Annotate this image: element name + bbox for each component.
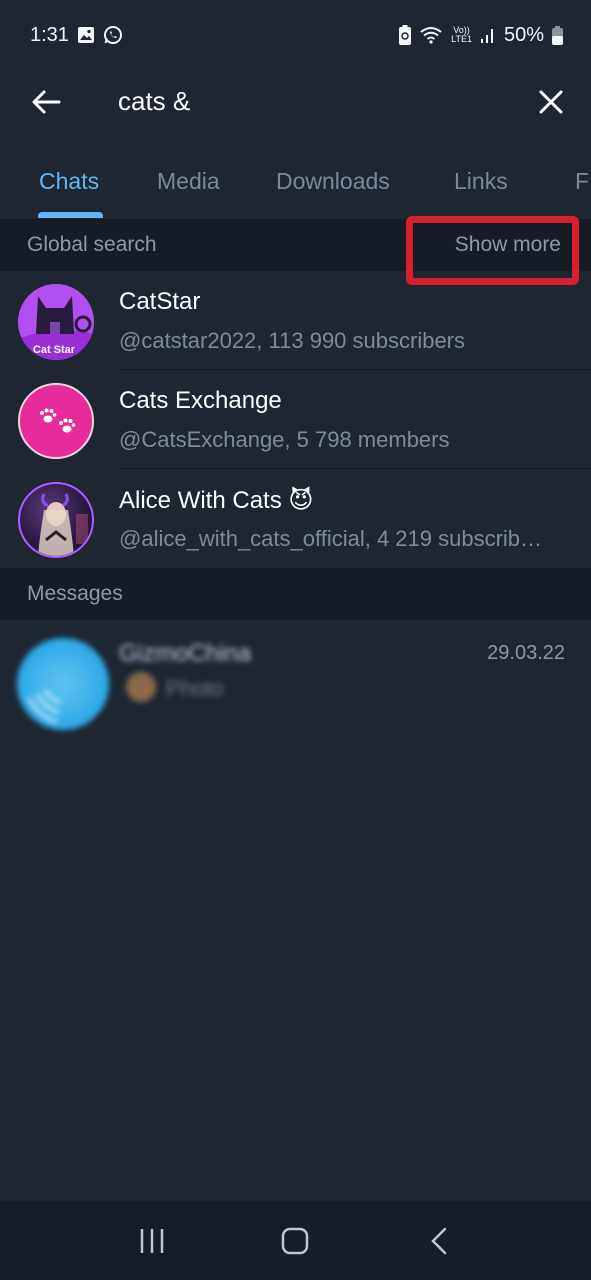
result-name: Alice With Cats 😈: [119, 487, 314, 514]
message-sender: GizmoChina: [119, 640, 252, 667]
global-search-header: Global search Show more: [0, 219, 591, 271]
global-search-title: Global search: [27, 233, 157, 256]
battery-saver-icon: [399, 25, 412, 45]
tab-downloads[interactable]: Downloads: [276, 168, 390, 195]
show-more-button[interactable]: Show more: [455, 219, 561, 271]
status-left: 1:31: [30, 24, 123, 47]
global-result-item[interactable]: Alice With Cats 😈 @alice_with_cats_offic…: [0, 469, 591, 568]
system-nav-bar: [0, 1201, 591, 1280]
messages-title: Messages: [27, 582, 123, 605]
gallery-icon: [77, 26, 95, 44]
tab-chats[interactable]: Chats: [39, 168, 99, 195]
recents-button[interactable]: [122, 1211, 182, 1271]
result-name: CatStar: [119, 288, 201, 315]
close-icon: [539, 90, 563, 114]
back-icon: [431, 1227, 447, 1254]
search-tabs: Chats Media Downloads Links F: [0, 150, 591, 218]
message-preview: Photo: [166, 676, 224, 701]
message-item[interactable]: GizmoChina Photo 29.03.22: [0, 620, 591, 730]
search-input[interactable]: [118, 80, 498, 122]
volte-lte-icon: Vo)) LTE1: [451, 26, 472, 44]
message-date: 29.03.22: [487, 642, 565, 664]
recents-icon: [140, 1228, 164, 1253]
wifi-icon: [419, 25, 443, 45]
status-time: 1:31: [30, 23, 69, 46]
arrow-left-icon: [32, 90, 61, 114]
tab-links[interactable]: Links: [454, 168, 508, 195]
global-result-item[interactable]: Cats Exchange @CatsExchange, 5 798 membe…: [0, 370, 591, 469]
battery-percent: 50%: [503, 23, 544, 46]
status-bar: 1:31 Vo)) LTE1 50%: [0, 0, 591, 70]
avatar-catstar: Cat Star: [18, 284, 94, 360]
paw-prints-icon: [40, 408, 76, 433]
signal-icon: [480, 26, 496, 44]
tab-files[interactable]: F: [575, 168, 589, 195]
avatar-gizmochina: [17, 638, 109, 730]
global-result-item[interactable]: Cat Star CatStar @catstar2022, 113 990 s…: [0, 271, 591, 370]
avatar-alice-with-cats: [18, 482, 94, 558]
home-icon: [282, 1227, 309, 1254]
avatar-catstar-text: Cat Star: [33, 344, 76, 356]
avatar-cats-exchange: [18, 383, 94, 459]
messages-header: Messages: [0, 568, 591, 620]
lte-label: LTE1: [451, 34, 472, 44]
tab-media[interactable]: Media: [157, 168, 220, 195]
whatsapp-icon: [103, 25, 123, 45]
result-subtitle: @catstar2022, 113 990 subscribers: [119, 328, 466, 353]
back-button[interactable]: [28, 84, 64, 120]
clear-search-button[interactable]: [533, 84, 569, 120]
battery-icon: [552, 25, 563, 45]
search-header: [0, 70, 591, 132]
tab-active-indicator: [38, 212, 103, 218]
result-name: Cats Exchange: [119, 387, 282, 414]
message-thumbnail: [126, 672, 156, 702]
status-right: Vo)) LTE1 50%: [399, 24, 563, 47]
nav-back-button[interactable]: [409, 1211, 469, 1271]
home-button[interactable]: [265, 1211, 325, 1271]
result-subtitle: @CatsExchange, 5 798 members: [119, 427, 450, 452]
result-subtitle: @alice_with_cats_official, 4 219 subscri…: [119, 526, 549, 551]
